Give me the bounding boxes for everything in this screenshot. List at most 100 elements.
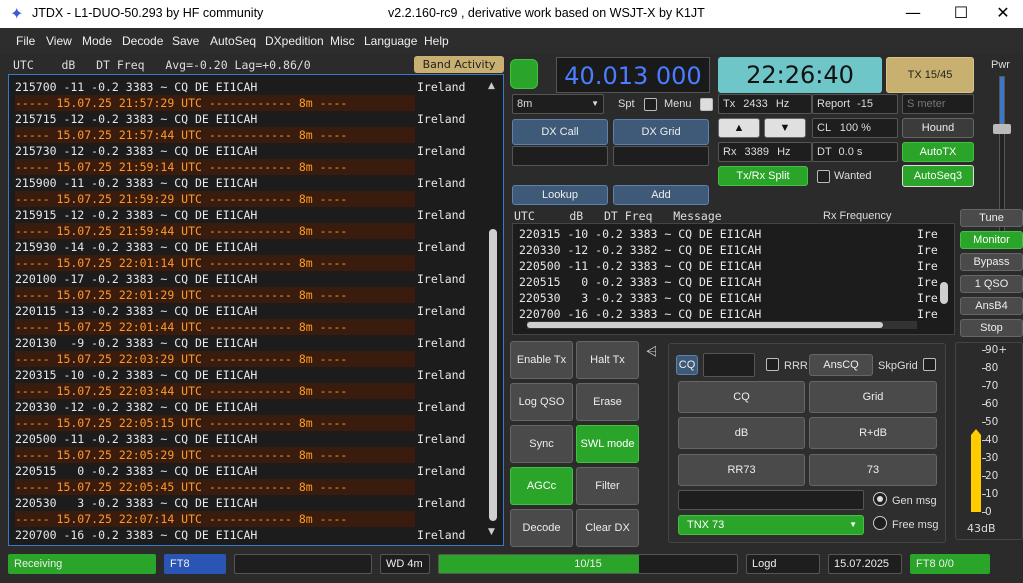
monitor-button[interactable]: Monitor xyxy=(960,231,1023,249)
cl-field[interactable]: CL 100 % xyxy=(812,118,898,138)
skpgrid-checkbox[interactable] xyxy=(923,358,936,371)
separator-row[interactable]: ----- 15.07.25 22:01:14 UTC ------------… xyxy=(15,255,415,271)
tune-button[interactable]: Tune xyxy=(960,209,1023,227)
menu-misc[interactable]: Misc xyxy=(330,34,355,48)
band-select[interactable]: 8m ▼ xyxy=(512,94,604,114)
menu-checkbox[interactable] xyxy=(700,98,713,111)
hound-button[interactable]: Hound xyxy=(902,118,974,138)
free-msg-radio[interactable] xyxy=(873,516,887,530)
separator-row[interactable]: ----- 15.07.25 21:57:44 UTC ------------… xyxy=(15,127,415,143)
rx-scrollbar-thumb[interactable] xyxy=(940,282,948,304)
pwr-slider-handle[interactable] xyxy=(993,124,1011,134)
txrx-split-button[interactable]: Tx/Rx Split xyxy=(718,166,808,186)
autoseq3-button[interactable]: AutoSeq3 xyxy=(902,165,974,187)
ansb4-button[interactable]: AnsB4 xyxy=(960,297,1023,315)
decode-row[interactable]: 220515 0 -0.2 3383 ~ CQ DE EI1CAH xyxy=(15,463,415,479)
agcc-button[interactable]: AGCc xyxy=(510,467,573,505)
erase-button[interactable]: Erase xyxy=(576,383,639,421)
minimize-icon[interactable]: — xyxy=(893,2,933,26)
rrr-checkbox[interactable] xyxy=(766,358,779,371)
report-field[interactable]: Report -15 xyxy=(812,94,898,114)
rx-freq-field[interactable]: Rx 3389 Hz xyxy=(718,142,812,162)
separator-row[interactable]: ----- 15.07.25 22:05:45 UTC ------------… xyxy=(15,479,415,495)
autotx-button[interactable]: AutoTX xyxy=(902,142,974,162)
dx-call-input[interactable] xyxy=(512,146,608,166)
decode-row[interactable]: 220115 -13 -0.2 3383 ~ CQ DE EI1CAH xyxy=(15,303,415,319)
freq-down-button[interactable]: ▼ xyxy=(764,118,806,138)
rx-decode-row[interactable]: 220330 -12 -0.2 3382 ~ CQ DE EI1CAH xyxy=(519,242,761,258)
rx-decode-row[interactable]: 220500 -11 -0.2 3383 ~ CQ DE EI1CAH xyxy=(519,258,761,274)
decode-row[interactable]: 220130 -9 -0.2 3383 ~ CQ DE EI1CAH xyxy=(15,335,415,351)
separator-row[interactable]: ----- 15.07.25 22:01:29 UTC ------------… xyxy=(15,287,415,303)
menu-autoseq[interactable]: AutoSeq xyxy=(210,34,256,48)
close-icon[interactable]: ✕ xyxy=(983,2,1023,26)
anscq-button[interactable]: AnsCQ xyxy=(809,354,873,376)
enable-tx-button[interactable]: Enable Tx xyxy=(510,341,573,379)
decode-row[interactable]: 215915 -12 -0.2 3383 ~ CQ DE EI1CAH xyxy=(15,207,415,223)
rx-decode-row[interactable]: 220700 -16 -0.2 3383 ~ CQ DE EI1CAH xyxy=(519,306,761,322)
separator-row[interactable]: ----- 15.07.25 22:03:29 UTC ------------… xyxy=(15,351,415,367)
decode-row[interactable]: 215715 -12 -0.2 3383 ~ CQ DE EI1CAH xyxy=(15,111,415,127)
decode-row[interactable]: 215730 -12 -0.2 3383 ~ CQ DE EI1CAH xyxy=(15,143,415,159)
rx-decode-row[interactable]: 220530 3 -0.2 3383 ~ CQ DE EI1CAH xyxy=(519,290,761,306)
dx-grid-input[interactable] xyxy=(613,146,709,166)
scrollbar-thumb[interactable] xyxy=(489,229,497,521)
decode-row[interactable]: 220700 -16 -0.2 3383 ~ CQ DE EI1CAH xyxy=(15,527,415,543)
tx-freq-field[interactable]: Tx 2433 Hz xyxy=(718,94,812,114)
spt-checkbox[interactable] xyxy=(644,98,657,111)
cq-input[interactable] xyxy=(703,353,755,377)
decode-row[interactable]: 220315 -10 -0.2 3383 ~ CQ DE EI1CAH xyxy=(15,367,415,383)
log-qso-button[interactable]: Log QSO xyxy=(510,383,573,421)
sync-button[interactable]: Sync xyxy=(510,425,573,463)
decode-row[interactable]: 220330 -12 -0.2 3382 ~ CQ DE EI1CAH xyxy=(15,399,415,415)
stop-button[interactable]: Stop xyxy=(960,319,1023,337)
dt-field[interactable]: DT 0.0 s xyxy=(812,142,898,162)
halt-tx-button[interactable]: Halt Tx xyxy=(576,341,639,379)
scroll-up-icon[interactable]: ▲ xyxy=(488,81,495,91)
menu-help[interactable]: Help xyxy=(424,34,449,48)
separator-row[interactable]: ----- 15.07.25 21:59:29 UTC ------------… xyxy=(15,191,415,207)
decode-row[interactable]: 220500 -11 -0.2 3383 ~ CQ DE EI1CAH xyxy=(15,431,415,447)
tx-period-button[interactable]: TX 15/45 xyxy=(886,57,974,93)
separator-row[interactable]: ----- 15.07.25 22:05:29 UTC ------------… xyxy=(15,447,415,463)
rx-hscrollbar[interactable] xyxy=(527,321,917,329)
separator-row[interactable]: ----- 15.07.25 21:57:29 UTC ------------… xyxy=(15,95,415,111)
free-msg-select[interactable]: TNX 73 ▼ xyxy=(678,515,864,535)
decode-row[interactable]: 215930 -14 -0.2 3383 ~ CQ DE EI1CAH xyxy=(15,239,415,255)
rx-scrollbar[interactable] xyxy=(938,226,950,314)
decode-row[interactable]: 215700 -11 -0.2 3383 ~ CQ DE EI1CAH xyxy=(15,79,415,95)
menu-dxpedition[interactable]: DXpedition xyxy=(265,34,324,48)
decode-row[interactable]: 215900 -11 -0.2 3383 ~ CQ DE EI1CAH xyxy=(15,175,415,191)
dx-grid-button[interactable]: DX Grid xyxy=(613,119,709,145)
tx-db-button[interactable]: dB xyxy=(678,417,805,449)
menu-mode[interactable]: Mode xyxy=(82,34,112,48)
rx-decode-row[interactable]: 220515 0 -0.2 3383 ~ CQ DE EI1CAH xyxy=(519,274,761,290)
filter-button[interactable]: Filter xyxy=(576,467,639,505)
dx-call-button[interactable]: DX Call xyxy=(512,119,608,145)
decode-button[interactable]: Decode xyxy=(510,509,573,547)
tx-73-button[interactable]: 73 xyxy=(809,454,937,486)
gen-msg-input[interactable] xyxy=(678,490,864,510)
menu-language[interactable]: Language xyxy=(364,34,417,48)
separator-row[interactable]: ----- 15.07.25 21:59:44 UTC ------------… xyxy=(15,223,415,239)
add-button[interactable]: Add xyxy=(613,185,709,205)
rx-hscrollbar-thumb[interactable] xyxy=(527,322,883,328)
scroll-down-icon[interactable]: ▼ xyxy=(488,527,495,537)
cq-label-button[interactable]: CQ xyxy=(676,355,698,375)
tx-grid-button[interactable]: Grid xyxy=(809,381,937,413)
separator-row[interactable]: ----- 15.07.25 22:01:44 UTC ------------… xyxy=(15,319,415,335)
menu-decode[interactable]: Decode xyxy=(122,34,163,48)
menu-save[interactable]: Save xyxy=(172,34,199,48)
decode-row[interactable]: 220100 -17 -0.2 3383 ~ CQ DE EI1CAH xyxy=(15,271,415,287)
wanted-checkbox[interactable] xyxy=(817,170,830,183)
band-activity-scrollbar[interactable]: ▲ ▼ xyxy=(487,81,499,539)
menu-file[interactable]: File xyxy=(16,34,35,48)
band-activity-list[interactable]: ▲ ▼ 215700 -11 -0.2 3383 ~ CQ DE EI1CAH I… xyxy=(8,74,504,546)
maximize-icon[interactable]: ☐ xyxy=(941,2,981,26)
tx-cq-button[interactable]: CQ xyxy=(678,381,805,413)
one-qso-button[interactable]: 1 QSO xyxy=(960,275,1023,293)
lookup-button[interactable]: Lookup xyxy=(512,185,608,205)
rx-frequency-list[interactable]: 220315 -10 -0.2 3383 ~ CQ DE EI1CAH Ire 22… xyxy=(512,223,955,335)
tx-rr73-button[interactable]: RR73 xyxy=(678,454,805,486)
gen-msg-radio[interactable] xyxy=(873,492,887,506)
